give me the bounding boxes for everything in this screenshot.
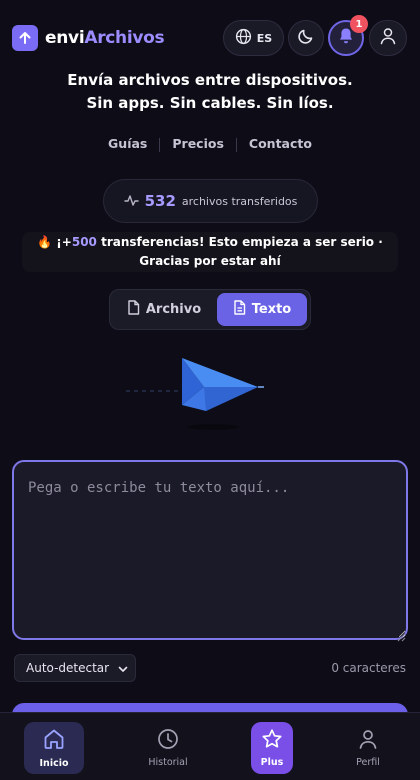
bottom-nav-profile-label: Perfil — [356, 757, 380, 768]
transfer-count: 532 — [144, 192, 176, 210]
language-label: ES — [256, 31, 273, 45]
banner-highlight: 500 — [71, 235, 97, 249]
app-header: enviArchivos ES 1 — [0, 0, 420, 78]
logo[interactable]: enviArchivos — [12, 25, 165, 51]
transfer-counter: 532 archivos transferidos — [103, 179, 318, 223]
moon-icon — [297, 27, 315, 49]
activity-icon — [123, 192, 139, 211]
hero-tagline: Envía archivos entre dispositivos. Sin a… — [0, 69, 420, 115]
file-icon — [127, 300, 140, 319]
mode-toggle: Archivo Texto — [109, 289, 311, 330]
banner-prefix: 🔥 ¡+ — [37, 235, 72, 249]
nav-link-guides[interactable]: Guías — [96, 136, 159, 152]
milestone-banner: 🔥 ¡+500 transferencias! Esto empieza a s… — [22, 232, 398, 272]
logo-text: enviArchivos — [45, 28, 165, 48]
bottom-nav-profile[interactable]: Perfil — [338, 722, 398, 774]
syntax-language-select[interactable]: Auto-detectar — [14, 654, 136, 682]
text-input[interactable] — [12, 460, 408, 640]
star-icon — [261, 728, 283, 753]
nav-link-pricing[interactable]: Precios — [160, 136, 236, 152]
mode-text-button[interactable]: Texto — [217, 293, 307, 326]
chevron-down-icon — [118, 663, 128, 677]
globe-icon — [235, 28, 252, 48]
upload-arrow-icon — [12, 25, 38, 51]
mode-file-button[interactable]: Archivo — [114, 293, 214, 326]
text-file-icon — [233, 300, 246, 319]
banner-text: transferencias! Esto empieza a ser serio… — [96, 235, 383, 268]
home-icon — [42, 727, 66, 754]
theme-toggle-button[interactable] — [288, 20, 324, 56]
bottom-nav-plus[interactable]: Plus — [251, 722, 293, 774]
nav-link-contact[interactable]: Contacto — [237, 136, 324, 152]
bottom-nav-home[interactable]: Inicio — [24, 722, 84, 774]
mode-text-label: Texto — [251, 302, 292, 317]
user-icon — [357, 728, 379, 753]
logo-accent: Archivos — [84, 28, 165, 48]
logo-prefix: envi — [45, 28, 85, 48]
mode-file-label: Archivo — [145, 302, 202, 317]
tagline-line-2: Sin apps. Sin cables. Sin líos. — [86, 94, 334, 112]
bottom-nav-history-label: Historial — [148, 757, 188, 768]
character-count: 0 caracteres — [331, 661, 406, 675]
bottom-nav: Inicio Historial Plus Perfil — [0, 712, 420, 780]
user-icon — [379, 27, 397, 49]
transfer-count-label: archivos transferidos — [181, 194, 298, 208]
bottom-nav-home-label: Inicio — [39, 758, 69, 769]
notification-badge: 1 — [350, 15, 368, 33]
paper-plane-illustration — [118, 353, 268, 437]
clock-icon — [157, 728, 179, 753]
syntax-language-value: Auto-detectar — [26, 661, 110, 675]
bottom-nav-history[interactable]: Historial — [138, 722, 198, 774]
tagline-line-1: Envía archivos entre dispositivos. — [67, 71, 353, 89]
bottom-nav-plus-label: Plus — [260, 757, 284, 768]
language-button[interactable]: ES — [223, 20, 284, 56]
resize-grip-icon[interactable] — [396, 627, 406, 646]
account-button[interactable] — [369, 20, 407, 56]
top-nav: Guías Precios Contacto — [0, 136, 420, 152]
